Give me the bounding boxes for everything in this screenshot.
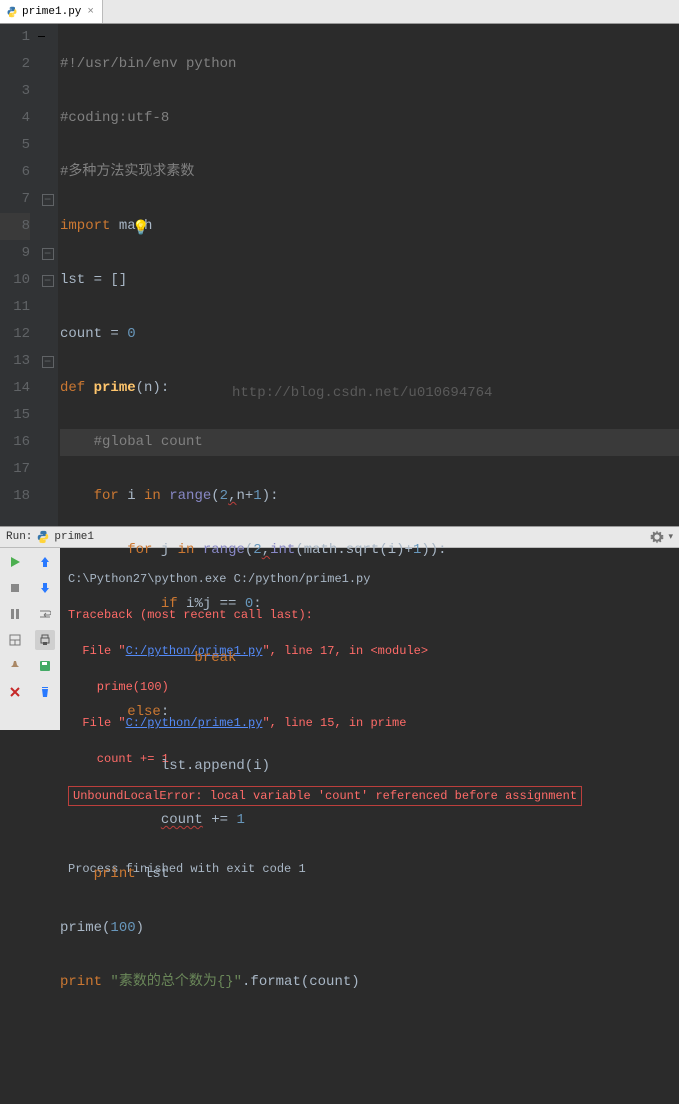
editor-tab[interactable]: prime1.py × bbox=[0, 0, 103, 23]
soft-wrap-button[interactable] bbox=[35, 604, 55, 624]
watermark-text: http://blog.csdn.net/u010694764 bbox=[232, 380, 492, 407]
print-button[interactable] bbox=[35, 630, 55, 650]
run-toolbar bbox=[0, 548, 60, 730]
fold-marker-icon[interactable] bbox=[42, 356, 54, 368]
scroll-down-button[interactable] bbox=[35, 578, 55, 598]
scroll-up-button[interactable] bbox=[35, 552, 55, 572]
line-number-gutter: 123456789101112131415161718 bbox=[0, 24, 38, 526]
console-error-line: UnboundLocalError: local variable 'count… bbox=[68, 786, 671, 806]
python-config-icon bbox=[36, 530, 50, 544]
layout-button[interactable] bbox=[5, 630, 25, 650]
rerun-button[interactable] bbox=[5, 552, 25, 572]
fold-marker-icon[interactable] bbox=[42, 248, 54, 260]
pin-button[interactable] bbox=[5, 656, 25, 676]
intention-bulb-icon[interactable]: 💡 bbox=[132, 216, 149, 243]
close-run-button[interactable] bbox=[5, 682, 25, 702]
python-file-icon bbox=[6, 6, 18, 18]
clear-button[interactable] bbox=[35, 682, 55, 702]
code-editor[interactable]: 123456789101112131415161718 ⎯ #!/usr/bin… bbox=[0, 24, 679, 526]
tab-bar: prime1.py × bbox=[0, 0, 679, 24]
fold-marker-icon[interactable] bbox=[42, 275, 54, 287]
code-content[interactable]: #!/usr/bin/env python #coding:utf-8 #多种方… bbox=[58, 24, 679, 526]
pause-button[interactable] bbox=[5, 604, 25, 624]
stop-button[interactable] bbox=[5, 578, 25, 598]
run-label: Run: bbox=[6, 531, 32, 543]
tab-close-icon[interactable]: × bbox=[85, 6, 96, 18]
tab-label: prime1.py bbox=[22, 6, 81, 18]
save-output-button[interactable] bbox=[35, 656, 55, 676]
fold-marker-icon[interactable] bbox=[42, 194, 54, 206]
fold-gutter: ⎯ bbox=[38, 24, 58, 526]
